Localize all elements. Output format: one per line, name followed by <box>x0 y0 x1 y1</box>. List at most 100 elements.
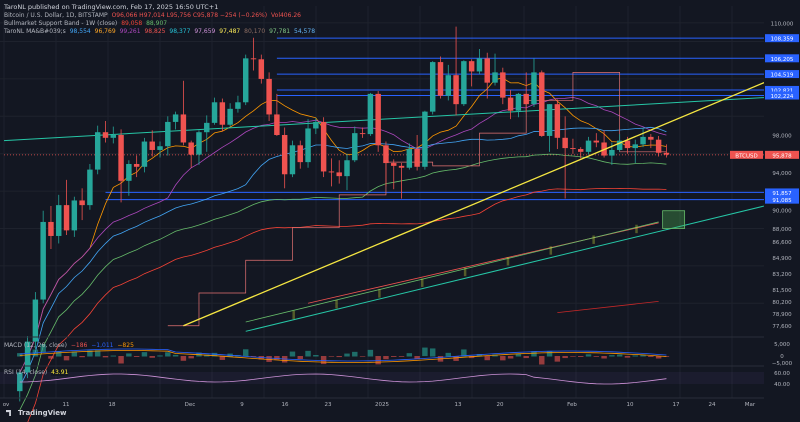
moving-average-lines <box>3 72 765 422</box>
macd-histogram-bar <box>242 349 249 357</box>
macd-histogram-bar <box>172 354 179 357</box>
macd-histogram-bar <box>429 348 436 357</box>
time-tick-label: 20 <box>497 402 504 408</box>
macd-histogram-bar <box>48 356 54 359</box>
macd-signal-value: −825 <box>117 342 134 349</box>
macd-histogram-bar <box>562 356 568 359</box>
macd-histogram-bar <box>422 347 428 357</box>
macd-histogram-bar <box>289 351 296 357</box>
price-tick-label: 78,900 <box>772 312 792 318</box>
candle-body <box>414 149 420 167</box>
time-tick-label: Feb <box>567 402 577 408</box>
macd-hist-value: −186 <box>70 342 88 349</box>
candle-body <box>289 145 296 175</box>
macd-histogram-bar <box>274 356 280 360</box>
target-zone-box <box>662 210 686 229</box>
macd-histogram-bar <box>180 356 187 361</box>
candle-body <box>79 200 85 206</box>
price-axis[interactable]: 110,000108,359106,205104,519102,821102,2… <box>730 0 800 398</box>
projection-bar <box>335 300 338 309</box>
candle-body <box>172 114 179 122</box>
symbol-legend-row: Bitcoin / U.S. Dollar, 1D, BITSTAMP O96,… <box>4 12 301 19</box>
candle-body <box>180 114 187 143</box>
candle-body <box>196 132 202 155</box>
candle-body <box>141 141 148 167</box>
candle-body <box>305 128 311 163</box>
ma-value: 99,261 <box>119 28 141 35</box>
macd-histogram-bar <box>141 352 148 357</box>
brand-label: TradingView <box>18 409 67 417</box>
macd-histogram-bar <box>616 354 623 357</box>
candle-body <box>648 136 654 140</box>
candle-body <box>624 140 631 149</box>
macd-histogram-bar <box>344 353 350 357</box>
macd-histogram-bar <box>102 356 109 358</box>
candle-body <box>227 108 233 125</box>
price-tick-label: 98,000 <box>772 134 792 140</box>
price-tick-label: 88,000 <box>772 227 792 233</box>
macd-histogram-bar <box>500 356 506 361</box>
ma-label: TaroNL MA&B#039;s <box>4 28 66 35</box>
time-axis[interactable]: ov 11 18 Dec 9 16 23 2025 13 20 Feb 10 17 24 Mar <box>3 402 756 408</box>
time-tick-label: 2025 <box>375 402 389 408</box>
drawing-tools <box>183 82 765 332</box>
candle-body <box>383 145 389 164</box>
macd-histogram-bar <box>632 355 638 357</box>
candle-body <box>56 205 62 236</box>
time-tick-label: 17 <box>673 402 680 408</box>
candle-body <box>515 93 522 111</box>
ma-line-orange <box>19 77 667 373</box>
candle-body <box>274 114 280 136</box>
tradingview-logo[interactable]: TradingView <box>6 409 67 417</box>
symbol-title: Bitcoin / U.S. Dollar, 1D, BITSTAMP <box>4 12 108 19</box>
candle-body <box>663 152 670 155</box>
macd-histogram-bar <box>149 356 155 358</box>
price-tick-label: 90,000 <box>772 208 792 214</box>
candle-body <box>546 104 553 136</box>
price-tick-label: 80,200 <box>772 300 792 306</box>
candle-body <box>398 165 405 168</box>
candle-body <box>266 78 272 115</box>
projection-bar <box>378 289 381 298</box>
subpane-tick-label: 5,000 <box>774 342 790 348</box>
chart-grid <box>0 6 764 398</box>
ma-value: 97,659 <box>194 28 216 35</box>
ma-value: 54,578 <box>294 28 316 35</box>
ma-value: 98,825 <box>144 28 166 35</box>
candle-body <box>507 97 514 111</box>
weekly-step-line <box>167 72 667 327</box>
level-price-label: 104,519 <box>771 73 794 79</box>
projection-bar <box>463 267 467 277</box>
candle-body <box>297 145 303 163</box>
projection-bar <box>421 278 424 287</box>
candle-body <box>593 140 600 143</box>
projection-bar <box>549 246 553 255</box>
projection-green-line <box>245 221 659 323</box>
candle-body <box>570 148 576 150</box>
macd-histogram-bar <box>546 351 553 357</box>
time-tick-label: 23 <box>325 402 332 408</box>
candle-body <box>63 205 70 231</box>
candle-body <box>375 93 381 146</box>
current-price-label: 95,878 <box>772 153 792 159</box>
price-chart[interactable]: 110,000108,359106,205104,519102,821102,2… <box>0 0 800 422</box>
macd-label: MACD (12, 26, close) <box>4 342 67 349</box>
candle-body <box>359 133 366 135</box>
price-tick-label: 83,200 <box>772 272 792 278</box>
candle-body <box>391 163 397 166</box>
macd-histogram-bar <box>79 356 85 358</box>
ma-value: 98,377 <box>169 28 191 35</box>
candle-body <box>313 121 319 129</box>
macd-histogram-bar <box>313 355 319 357</box>
projection-bar <box>506 257 510 266</box>
macd-histogram-bar <box>359 356 366 357</box>
macd-histogram-bar <box>624 356 631 358</box>
bmsb-value-1: 89,058 <box>121 20 143 27</box>
macd-histogram-bar <box>507 356 514 359</box>
subpane-tick-label: 0 <box>780 354 784 360</box>
candle-body <box>258 59 265 79</box>
symbol-tag-label: BTCUSD <box>735 153 757 159</box>
candle-body <box>523 93 529 105</box>
time-tick-label: ov <box>3 402 10 408</box>
candle-body <box>336 172 342 177</box>
